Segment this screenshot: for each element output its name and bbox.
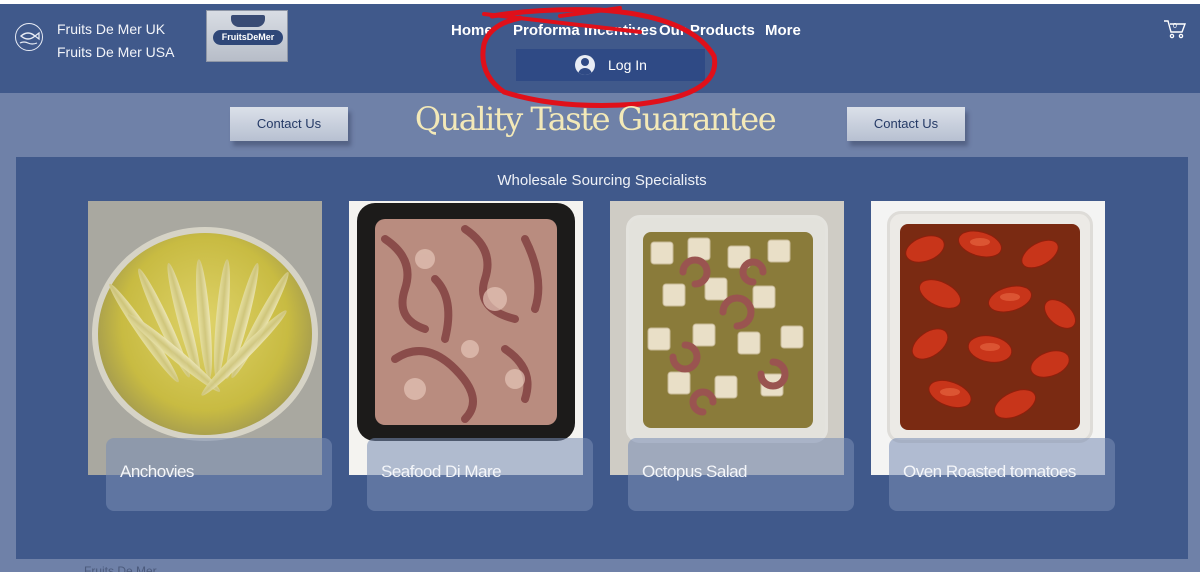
product-name: Oven Roasted tomatoes xyxy=(903,462,1076,481)
region-link-usa[interactable]: Fruits De Mer USA xyxy=(57,44,174,60)
product-name: Seafood Di Mare xyxy=(381,462,502,481)
product-card-seafood-di-mare[interactable]: Seafood Di Mare xyxy=(349,201,593,511)
product-card-octopus-salad[interactable]: Octopus Salad xyxy=(610,201,854,511)
cart-icon[interactable]: 0 xyxy=(1163,18,1187,40)
product-name: Anchovies xyxy=(120,462,194,481)
product-image-seafood-di-mare[interactable] xyxy=(349,201,583,475)
page: Fruits De Mer UK Fruits De Mer USA Fruit… xyxy=(0,4,1200,572)
svg-text:0: 0 xyxy=(1173,23,1177,30)
login-label: Log In xyxy=(608,57,647,73)
product-label-box[interactable]: Anchovies xyxy=(106,438,332,511)
product-label-box[interactable]: Oven Roasted tomatoes xyxy=(889,438,1115,511)
contact-us-button-left[interactable]: Contact Us xyxy=(230,107,348,141)
site-header: Fruits De Mer UK Fruits De Mer USA Fruit… xyxy=(0,4,1200,93)
nav-proforma-incentives[interactable]: Proforma Incentives xyxy=(513,22,657,39)
nav-our-products[interactable]: Our Products xyxy=(659,22,755,39)
nav-home[interactable]: Home xyxy=(451,22,493,39)
product-card-oven-roasted-tomatoes[interactable]: Oven Roasted tomatoes xyxy=(871,201,1115,511)
section-subtitle: Wholesale Sourcing Specialists xyxy=(497,172,707,189)
fish-logo-icon[interactable] xyxy=(15,23,43,51)
product-label-box[interactable]: Seafood Di Mare xyxy=(367,438,593,511)
product-name: Octopus Salad xyxy=(642,462,748,481)
product-image-anchovies[interactable] xyxy=(88,201,322,475)
contact-us-button-right[interactable]: Contact Us xyxy=(847,107,965,141)
region-link-uk[interactable]: Fruits De Mer UK xyxy=(57,21,165,37)
product-card-anchovies[interactable]: Anchovies xyxy=(88,201,332,511)
brand-logo-text: FruitsDeMer xyxy=(213,30,283,45)
product-image-oven-roasted-tomatoes[interactable] xyxy=(871,201,1105,475)
login-button[interactable]: Log In xyxy=(516,49,705,81)
product-label-box[interactable]: Octopus Salad xyxy=(628,438,854,511)
products-section: Wholesale Sourcing Specialists Anchovies xyxy=(16,157,1188,559)
brand-logo[interactable]: FruitsDeMer xyxy=(206,10,288,62)
product-image-octopus-salad[interactable] xyxy=(610,201,844,475)
user-avatar-icon xyxy=(575,55,595,75)
nav-more[interactable]: More xyxy=(765,22,801,39)
page-title: Quality Taste Guarantee xyxy=(414,100,777,138)
footer-text: Fruits De Mer xyxy=(84,564,157,572)
